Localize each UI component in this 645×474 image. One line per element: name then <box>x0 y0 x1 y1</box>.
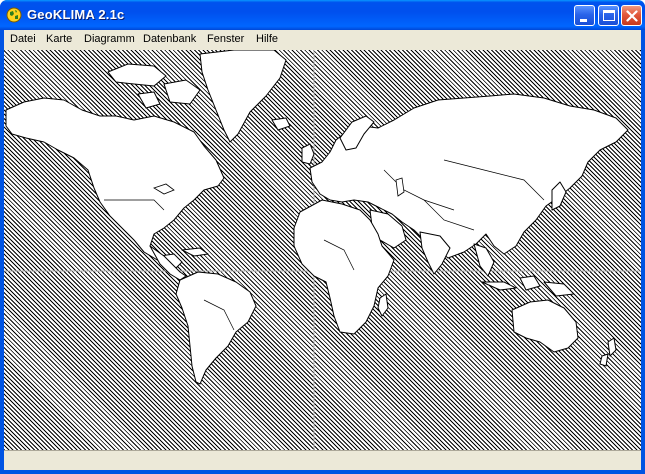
arctic-islands <box>137 91 161 109</box>
maximize-button[interactable] <box>598 5 619 26</box>
menu-fenster[interactable]: Fenster <box>207 33 244 45</box>
menu-karte[interactable]: Karte <box>46 33 72 45</box>
maximize-icon <box>603 10 615 21</box>
australia-landmass <box>511 299 579 353</box>
british-isles <box>301 143 315 165</box>
new-zealand-islands <box>599 353 609 367</box>
indonesia-islands <box>519 275 541 291</box>
window-frame-bottom <box>0 470 645 474</box>
world-map-view[interactable] <box>4 50 641 450</box>
arctic-islands <box>163 79 201 105</box>
app-window: GeoKLIMA 2.1c Datei Karte Diagramm Daten… <box>0 0 645 474</box>
menu-bar: Datei Karte Diagramm Datenbank Fenster H… <box>4 30 641 50</box>
menu-hilfe[interactable]: Hilfe <box>256 33 278 45</box>
menu-diagramm[interactable]: Diagramm <box>84 33 135 45</box>
status-bar <box>4 450 641 470</box>
new-guinea-island <box>543 281 575 297</box>
menu-datenbank[interactable]: Datenbank <box>143 33 196 45</box>
indonesia-islands <box>481 281 517 291</box>
globe-icon <box>6 7 22 23</box>
title-bar[interactable]: GeoKLIMA 2.1c <box>0 0 645 30</box>
window-title: GeoKLIMA 2.1c <box>27 7 125 22</box>
minimize-button[interactable] <box>574 5 595 26</box>
close-icon <box>626 10 638 22</box>
world-map[interactable] <box>4 50 641 450</box>
greenland-landmass <box>199 50 287 143</box>
close-button[interactable] <box>621 5 642 26</box>
new-zealand-islands <box>607 337 617 357</box>
caribbean-islands <box>181 247 209 257</box>
madagascar-island <box>377 293 389 317</box>
south-america-landmass <box>175 271 257 385</box>
minimize-icon <box>580 19 587 22</box>
north-america-landmass <box>5 97 225 269</box>
iceland-island <box>271 117 291 131</box>
menu-datei[interactable]: Datei <box>10 33 36 45</box>
arctic-islands <box>107 63 167 87</box>
